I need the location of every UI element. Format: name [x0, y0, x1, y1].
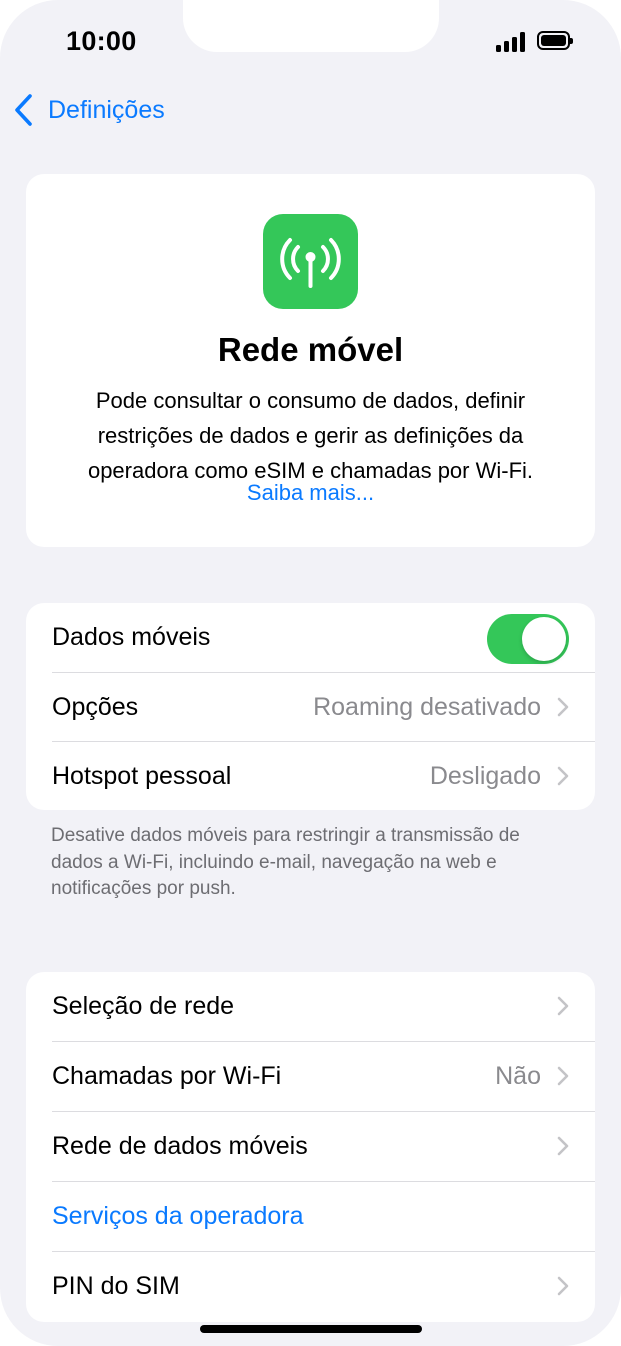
personal-hotspot-row[interactable]: Hotspot pessoal Desligado: [26, 742, 595, 811]
battery-icon: [537, 31, 573, 50]
learn-more-link[interactable]: Saiba mais...: [26, 480, 595, 506]
notch: [183, 0, 439, 52]
toggle-knob: [522, 617, 566, 661]
carrier-services-link: Serviços da operadora: [52, 1202, 304, 1230]
options-value: Roaming desativado: [313, 693, 541, 721]
chevron-right-icon: [557, 766, 569, 786]
carrier-services-row[interactable]: Serviços da operadora: [26, 1182, 595, 1251]
wifi-calling-label: Chamadas por Wi-Fi: [52, 1062, 282, 1090]
options-row[interactable]: Opções Roaming desativado: [26, 673, 595, 742]
chevron-right-icon: [557, 697, 569, 717]
chevron-left-icon: [15, 94, 32, 126]
personal-hotspot-label: Hotspot pessoal: [52, 762, 232, 790]
mobile-data-footnote: Desative dados móveis para restringir a …: [51, 825, 520, 899]
back-button[interactable]: Definições: [12, 90, 165, 130]
home-indicator[interactable]: [200, 1325, 422, 1333]
cellular-settings-group: Dados móveis Opções Roaming desativado H…: [26, 603, 595, 810]
wifi-calling-row[interactable]: Chamadas por Wi-Fi Não: [26, 1042, 595, 1111]
options-label: Opções: [52, 693, 139, 721]
cellular-antenna-icon: [263, 214, 358, 309]
signal-icon: [496, 32, 526, 52]
back-label: Definições: [48, 95, 165, 124]
chevron-right-icon: [557, 1136, 569, 1156]
wifi-calling-value: Não: [495, 1062, 541, 1090]
network-selection-label: Seleção de rede: [52, 992, 235, 1020]
mobile-data-row[interactable]: Dados móveis: [26, 603, 595, 672]
network-settings-group: Seleção de rede Chamadas por Wi-Fi Não R…: [26, 972, 595, 1322]
info-card: Rede móvel Pode consultar o consumo de d…: [26, 174, 595, 547]
page-title: Rede móvel: [217, 331, 404, 368]
mobile-data-network-label: Rede de dados móveis: [52, 1132, 308, 1160]
chevron-right-icon: [557, 996, 569, 1016]
sim-pin-row[interactable]: PIN do SIM: [26, 1252, 595, 1321]
mobile-data-label: Dados móveis: [52, 623, 211, 651]
mobile-data-toggle[interactable]: [487, 614, 569, 664]
status-time: 10:00: [66, 26, 137, 56]
phone-screen: 10:00 Definições Rede móvel Pode consult…: [0, 0, 621, 1346]
sim-pin-label: PIN do SIM: [52, 1272, 180, 1300]
chevron-right-icon: [557, 1066, 569, 1086]
network-selection-row[interactable]: Seleção de rede: [26, 972, 595, 1041]
mobile-data-network-row[interactable]: Rede de dados móveis: [26, 1112, 595, 1181]
personal-hotspot-value: Desligado: [429, 762, 541, 790]
chevron-right-icon: [557, 1276, 569, 1296]
hero-description: Pode consultar o consumo de dados, defin…: [87, 388, 534, 483]
